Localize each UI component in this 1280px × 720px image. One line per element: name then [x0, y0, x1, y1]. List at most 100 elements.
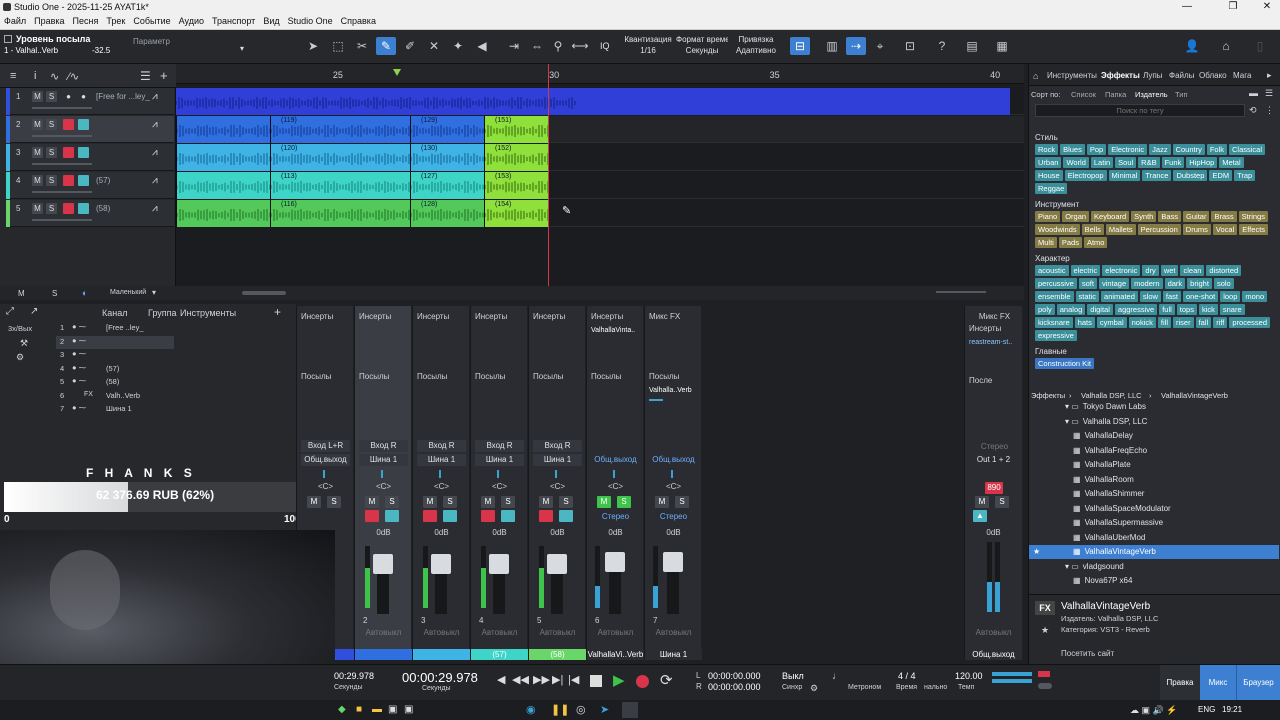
tag-brass[interactable]: Brass — [1211, 211, 1237, 222]
tag-one-shot[interactable]: one-shot — [1183, 291, 1219, 302]
plugin-tree-item[interactable]: ▦ ValhallaPlate — [1029, 458, 1279, 472]
track-volume-slider[interactable] — [32, 135, 92, 137]
expand-icon[interactable]: ⤢ — [6, 306, 14, 317]
tag-static[interactable]: static — [1075, 291, 1100, 302]
waveform-toggle-icon[interactable]: ⩘ — [152, 175, 158, 186]
output-select[interactable]: Шина 1 — [475, 454, 524, 466]
tag-woodwinds[interactable]: Woodwinds — [1035, 224, 1080, 235]
waveform-toggle-icon[interactable]: ⩘ — [152, 147, 158, 158]
sends-slot[interactable]: Посылы — [299, 370, 352, 383]
tag-trap[interactable]: Trap — [1234, 170, 1256, 181]
tag-electropop[interactable]: Electropop — [1064, 170, 1107, 181]
monitor-button[interactable] — [78, 175, 89, 186]
solo-button[interactable]: S — [46, 119, 57, 130]
tag-pop[interactable]: Pop — [1086, 144, 1107, 155]
tag-country[interactable]: Country — [1172, 144, 1205, 155]
audio-clip[interactable]: (153) — [484, 172, 548, 199]
track-lane-2[interactable]: (119) (129) (151) — [176, 116, 1024, 143]
record-arm-button[interactable] — [539, 510, 553, 522]
taskbar-pause-icon[interactable]: ❚❚ — [551, 703, 569, 716]
tag-snare[interactable]: snare — [1219, 304, 1245, 315]
solo-button[interactable]: S — [46, 175, 57, 186]
quantize-value[interactable]: 1/16 — [620, 46, 676, 55]
master-peak[interactable]: 890 — [985, 482, 1003, 494]
solo-button[interactable]: S — [46, 203, 57, 214]
favorite-icon[interactable]: ★ — [1033, 545, 1040, 559]
monitor-dot-icon[interactable]: ● — [78, 91, 89, 102]
tag-vocal[interactable]: Vocal — [1212, 224, 1238, 235]
loop-end[interactable]: 00:00:00.000 — [708, 682, 761, 692]
record-button[interactable] — [636, 675, 649, 688]
plugin-tree-item[interactable]: ▦ ValhallaUberMod — [1029, 531, 1279, 545]
tag-bells[interactable]: Bells — [1081, 224, 1104, 235]
tag-edm[interactable]: EDM — [1209, 170, 1233, 181]
tag-processed[interactable]: processed — [1229, 317, 1270, 328]
channel-name[interactable] — [413, 649, 470, 660]
tag-riser[interactable]: riser — [1173, 317, 1194, 328]
record-arm-button[interactable] — [63, 147, 74, 158]
nudge-icon[interactable]: ⇥ — [504, 37, 524, 55]
menu-icon[interactable]: ≡ — [10, 70, 16, 82]
tag-menu-icon[interactable]: ⋮ — [1265, 105, 1274, 116]
tag-bass[interactable]: Bass — [1158, 211, 1182, 222]
restore-button[interactable]: ❐ — [1226, 1, 1240, 13]
record-arm-button[interactable] — [63, 175, 74, 186]
tag-digital[interactable]: digital — [1087, 304, 1113, 315]
automation-mode[interactable]: Автовыкл — [645, 628, 702, 637]
plugin-tree-item[interactable]: ▦ ValhallaSpaceModulator — [1029, 502, 1279, 516]
pan-slider[interactable] — [439, 470, 441, 478]
tag-kick[interactable]: kick — [1198, 304, 1218, 315]
view-browse-button[interactable]: Браузер — [1236, 665, 1280, 701]
sends-slot[interactable]: Посылы — [647, 370, 700, 383]
mute-button[interactable]: M — [32, 203, 43, 214]
tag-metal[interactable]: Metal — [1219, 157, 1244, 168]
tag-folk[interactable]: Folk — [1206, 144, 1228, 155]
sort-folder[interactable]: Папка — [1105, 90, 1126, 99]
taskbar-app-icon-1[interactable]: ◆ — [338, 704, 346, 715]
menu-song[interactable]: Песня — [69, 14, 103, 28]
end-icon[interactable]: ▶| — [552, 673, 563, 686]
tag-cymbal[interactable]: cymbal — [1096, 317, 1127, 328]
tag-house[interactable]: House — [1035, 170, 1063, 181]
menu-studio-one[interactable]: Studio One — [284, 14, 337, 28]
panel-icon[interactable]: ▯ — [1250, 37, 1270, 55]
add-instrument-icon[interactable]: + — [274, 305, 281, 319]
solo-button[interactable]: S — [559, 496, 573, 508]
record-dot-icon[interactable]: ● — [63, 91, 74, 102]
plugin-tree-item[interactable]: ▦ Nova67P x64 — [1029, 574, 1279, 588]
audio-clip[interactable] — [176, 88, 1010, 115]
master-auto[interactable]: Автовыкл — [965, 628, 1022, 637]
tab-more-icon[interactable]: ▸ — [1267, 70, 1272, 81]
taskbar-app-icon-4[interactable]: ▣ — [404, 704, 413, 715]
tag-funk[interactable]: Funk — [1161, 157, 1185, 168]
input-select[interactable]: Вход R — [417, 440, 466, 452]
audio-clip[interactable]: (120) — [270, 144, 410, 171]
channel-list-item[interactable]: 1 ● ⁓ [Free ..ley_ — [56, 322, 174, 335]
master-inserts[interactable]: Инсерты — [967, 322, 1020, 335]
tag-fall[interactable]: fall — [1195, 317, 1212, 328]
footer-monitor-icon[interactable]: ◐ — [82, 288, 87, 298]
snap-value[interactable]: Адаптивно — [728, 46, 784, 55]
loop-marker[interactable] — [393, 69, 401, 76]
channel-visible-icon[interactable]: ● ⁓ — [72, 322, 86, 331]
automation-mode[interactable]: Автовыкл — [355, 628, 412, 637]
tag-construction-kit[interactable]: Construction Kit — [1035, 358, 1094, 369]
tag-dubstep[interactable]: Dubstep — [1173, 170, 1208, 181]
track-volume-slider[interactable] — [32, 191, 92, 193]
tag-aggressive[interactable]: aggressive — [1114, 304, 1158, 315]
menu-help[interactable]: Справка — [337, 14, 380, 28]
tag-loop[interactable]: loop — [1220, 291, 1241, 302]
tag-clear-icon[interactable]: ⟲ — [1249, 105, 1257, 116]
size-dropdown-icon[interactable]: ▾ — [152, 288, 156, 297]
link-icon[interactable]: ⟷ — [570, 37, 590, 55]
mute-tool-icon[interactable]: ✕ — [424, 37, 444, 55]
sends-slot[interactable]: Посылы — [473, 370, 526, 383]
tab-cloud[interactable]: Облако — [1199, 71, 1227, 80]
tag-ensemble[interactable]: ensemble — [1035, 291, 1074, 302]
mute-button[interactable]: M — [365, 496, 379, 508]
crumb-effects[interactable]: Эффекты — [1031, 391, 1065, 400]
fader-cap[interactable] — [373, 554, 393, 574]
close-button[interactable]: ✕ — [1260, 1, 1274, 13]
position-small[interactable]: 00:29.978 — [334, 671, 374, 681]
record-arm-button[interactable] — [481, 510, 495, 522]
